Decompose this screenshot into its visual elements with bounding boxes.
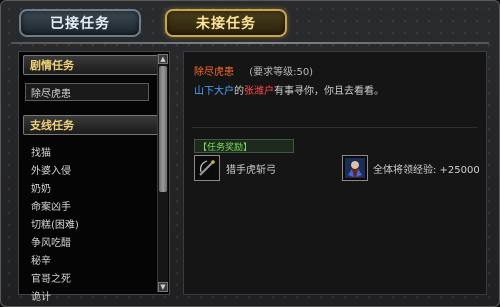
branch-quest-item[interactable]: 奶奶 — [31, 181, 151, 199]
arrow-down-icon[interactable]: ▼ — [158, 282, 168, 292]
tab-accepted-label: 已接任务 — [50, 16, 110, 32]
quest-description: 山下大户的张潍户有事寻你，你且去看看。 — [194, 82, 384, 97]
plot-quest-item[interactable]: 除尽虎患 — [25, 83, 149, 101]
branch-quest-item[interactable]: 命案凶手 — [31, 199, 151, 217]
quest-title-row: 除尽虎患 (要求等级:50) — [194, 63, 313, 78]
quest-list-scrollbar[interactable]: ▲ ▼ — [157, 54, 168, 292]
tab-unaccepted-label: 未接任务 — [196, 16, 256, 32]
hero-portrait-icon[interactable] — [342, 155, 368, 181]
quest-desc-text: 有事寻你，你且去看看。 — [274, 86, 384, 97]
branch-quest-item[interactable]: 找猫 — [31, 145, 151, 163]
branch-quests-header-label: 支线任务 — [30, 119, 74, 132]
scroll-thumb[interactable] — [159, 66, 167, 192]
branch-quest-list: 找猫 外婆入侵 奶奶 命案凶手 切糕(困难) 争风吃醋 秘辛 官哥之死 诡计 — [31, 145, 151, 307]
tab-unaccepted-quests[interactable]: 未接任务 — [165, 9, 287, 37]
reward-separator — [192, 127, 478, 128]
quest-window: 已接任务 未接任务 剧情任务 除尽虎患 支线任务 找猫 外婆入侵 奶奶 命案凶手… — [0, 0, 500, 307]
branch-quest-item[interactable]: 官哥之死 — [31, 271, 151, 289]
quest-list-panel: 剧情任务 除尽虎患 支线任务 找猫 外婆入侵 奶奶 命案凶手 切糕(困难) 争风… — [18, 51, 170, 303]
branch-quest-item[interactable]: 秘辛 — [31, 253, 151, 271]
plot-quests-header[interactable]: 剧情任务 — [23, 55, 159, 75]
quest-detail-panel: 除尽虎患 (要求等级:50) 山下大户的张潍户有事寻你，你且去看看。 【任务奖励… — [183, 51, 487, 295]
plot-quests-header-label: 剧情任务 — [30, 59, 74, 72]
reward-header: 【任务奖励】 — [194, 139, 294, 153]
quest-level-requirement: (要求等级:50) — [249, 67, 314, 78]
branch-quest-item[interactable]: 外婆入侵 — [31, 163, 151, 181]
reward-item-label: 猎手虎斩弓 — [226, 165, 276, 176]
quest-location-link[interactable]: 山下大户 — [194, 86, 234, 97]
arrow-up-icon[interactable]: ▲ — [158, 54, 168, 64]
tab-divider — [11, 42, 489, 44]
tab-accepted-quests[interactable]: 已接任务 — [19, 9, 141, 37]
reward-exp-label: 全体将领经验: +25000 — [373, 165, 480, 176]
quest-name: 除尽虎患 — [194, 67, 234, 78]
branch-quests-header[interactable]: 支线任务 — [23, 115, 159, 135]
quest-desc-text: 的 — [234, 86, 244, 97]
branch-quest-item[interactable]: 争风吃醋 — [31, 235, 151, 253]
bow-icon[interactable] — [194, 155, 220, 181]
branch-quest-item[interactable]: 诡计 — [31, 289, 151, 307]
quest-npc-link[interactable]: 张潍户 — [244, 86, 274, 97]
plot-quest-label: 除尽虎患 — [31, 88, 71, 100]
branch-quest-item[interactable]: 切糕(困难) — [31, 217, 151, 235]
